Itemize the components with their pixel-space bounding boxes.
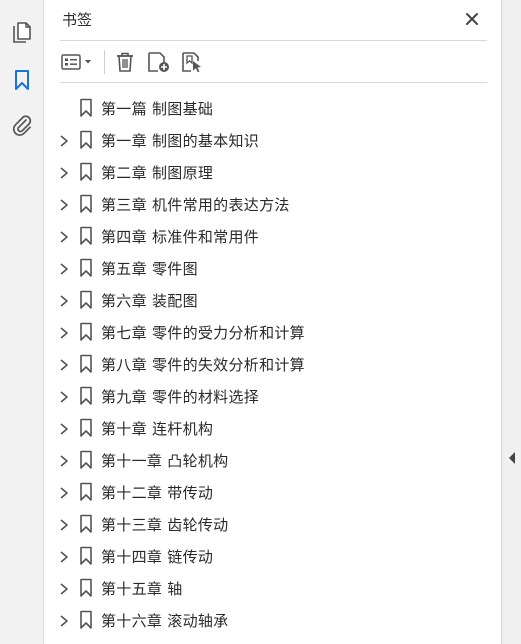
- bookmark-flag-icon: [79, 546, 93, 566]
- bookmark-label: 第十三章 齿轮传动: [101, 516, 229, 534]
- bookmark-from-selection-button[interactable]: [180, 48, 206, 76]
- expand-chevron-icon[interactable]: [58, 357, 70, 371]
- bookmark-label: 第一章 制图的基本知识: [101, 132, 260, 150]
- bookmark-item[interactable]: 第一篇 制图基础: [45, 92, 501, 124]
- expand-chevron-icon[interactable]: [58, 165, 70, 179]
- bookmarks-toolbar: [60, 44, 487, 83]
- bookmark-label: 第二章 制图原理: [101, 164, 214, 182]
- bookmark-flag-icon: [79, 194, 93, 214]
- close-icon: [466, 13, 478, 25]
- toolbar-separator: [104, 50, 105, 74]
- delete-bookmark-icon: [117, 52, 133, 72]
- bookmark-label: 第十四章 链传动: [101, 548, 214, 566]
- bookmark-flag-icon: [79, 98, 93, 118]
- expand-chevron-icon[interactable]: [58, 421, 70, 435]
- bookmark-flag-icon: [79, 226, 93, 246]
- bookmark-label: 第五章 零件图: [101, 260, 198, 278]
- expand-chevron-icon[interactable]: [58, 517, 70, 531]
- bookmark-item[interactable]: 第十三章 齿轮传动: [45, 508, 501, 540]
- bookmark-item[interactable]: 第十六章 滚动轴承: [45, 604, 501, 636]
- new-bookmark-icon: [148, 52, 169, 72]
- attachment-icon: [12, 115, 32, 136]
- bookmark-label: 第十一章 凸轮机构: [101, 452, 229, 470]
- expand-chevron-icon[interactable]: [58, 293, 70, 307]
- bookmark-flag-icon: [79, 322, 93, 342]
- navigation-rail: [0, 0, 44, 644]
- collapse-rail: [501, 0, 521, 644]
- bookmark-item[interactable]: 第十二章 带传动: [45, 476, 501, 508]
- panel-title: 书签: [62, 11, 93, 29]
- expand-chevron-icon[interactable]: [58, 197, 70, 211]
- bookmarks-button[interactable]: [6, 64, 38, 96]
- bookmark-flag-icon: [79, 386, 93, 406]
- new-bookmark-button[interactable]: [146, 48, 172, 76]
- bookmark-item[interactable]: 第十五章 轴: [45, 572, 501, 604]
- expand-chevron-icon[interactable]: [58, 261, 70, 275]
- bookmark-label: 第十二章 带传动: [101, 484, 214, 502]
- bookmark-flag-icon: [79, 258, 93, 278]
- bookmark-flag-icon: [79, 162, 93, 182]
- bookmark-list: 第一篇 制图基础第一章 制图的基本知识 第二章 制图原理第三章 机件常用的表达方法…: [45, 92, 501, 636]
- bookmark-label: 第七章 零件的受力分析和计算: [101, 324, 305, 342]
- options-menu-icon: [61, 54, 91, 70]
- bookmark-flag-icon: [79, 482, 93, 502]
- bookmark-item[interactable]: 第五章 零件图: [45, 252, 501, 284]
- pages-icon: [13, 22, 31, 43]
- panel-header: 书签: [60, 0, 487, 41]
- expand-chevron-icon[interactable]: [58, 549, 70, 563]
- bookmark-item[interactable]: 第三章 机件常用的表达方法: [45, 188, 501, 220]
- options-menu-button[interactable]: [60, 48, 98, 76]
- bookmark-label: 第十六章 滚动轴承: [101, 612, 229, 630]
- expand-chevron-icon[interactable]: [58, 485, 70, 499]
- collapse-panel-button[interactable]: [507, 450, 517, 464]
- bookmark-label: 第六章 装配图: [101, 292, 198, 310]
- expand-chevron-icon[interactable]: [58, 581, 70, 595]
- page-thumbnails-button[interactable]: [6, 17, 38, 49]
- delete-bookmark-button[interactable]: [112, 48, 138, 76]
- bookmark-label: 第三章 机件常用的表达方法: [101, 196, 290, 214]
- expand-chevron-icon[interactable]: [58, 453, 70, 467]
- expand-chevron-icon[interactable]: [58, 389, 70, 403]
- attachments-button[interactable]: [6, 109, 38, 141]
- bookmark-from-selection-icon: [182, 52, 201, 73]
- bookmark-icon: [15, 70, 29, 90]
- expand-chevron-icon[interactable]: [58, 325, 70, 339]
- bookmark-item[interactable]: 第六章 装配图: [45, 284, 501, 316]
- bookmark-flag-icon: [79, 514, 93, 534]
- bookmark-flag-icon: [79, 450, 93, 470]
- expand-chevron-icon[interactable]: [58, 229, 70, 243]
- bookmark-flag-icon: [79, 354, 93, 374]
- expand-chevron-icon[interactable]: [58, 133, 70, 147]
- expand-chevron-icon[interactable]: [58, 613, 70, 627]
- bookmark-flag-icon: [79, 610, 93, 630]
- bookmark-label: 第十五章 轴: [101, 580, 183, 598]
- bookmark-flag-icon: [79, 290, 93, 310]
- bookmark-item[interactable]: 第十章 连杆机构: [45, 412, 501, 444]
- bookmarks-panel: 书签 第一篇 制图基础 第一章 制图的基本知识 第二章 制图原理 第三章 机件常…: [45, 0, 501, 644]
- bookmark-item[interactable]: 第十四章 链传动: [45, 540, 501, 572]
- close-panel-button[interactable]: [463, 10, 481, 28]
- bookmark-item[interactable]: 第十一章 凸轮机构: [45, 444, 501, 476]
- bookmark-item[interactable]: 第七章 零件的受力分析和计算: [45, 316, 501, 348]
- bookmark-item[interactable]: 第九章 零件的材料选择: [45, 380, 501, 412]
- bookmark-flag-icon: [79, 578, 93, 598]
- bookmark-label: 第四章 标准件和常用件: [101, 228, 260, 246]
- bookmark-flag-icon: [79, 418, 93, 438]
- bookmark-item[interactable]: 第一章 制图的基本知识: [45, 124, 501, 156]
- collapse-panel-arrow-icon: [509, 452, 515, 464]
- bookmark-label: 第九章 零件的材料选择: [101, 388, 260, 406]
- bookmark-label: 第八章 零件的失效分析和计算: [101, 356, 305, 374]
- bookmark-item[interactable]: 第二章 制图原理: [45, 156, 501, 188]
- bookmark-label: 第十章 连杆机构: [101, 420, 214, 438]
- bookmark-item[interactable]: 第四章 标准件和常用件: [45, 220, 501, 252]
- bookmark-flag-icon: [79, 130, 93, 150]
- bookmark-item[interactable]: 第八章 零件的失效分析和计算: [45, 348, 501, 380]
- bookmark-label: 第一篇 制图基础: [101, 100, 214, 118]
